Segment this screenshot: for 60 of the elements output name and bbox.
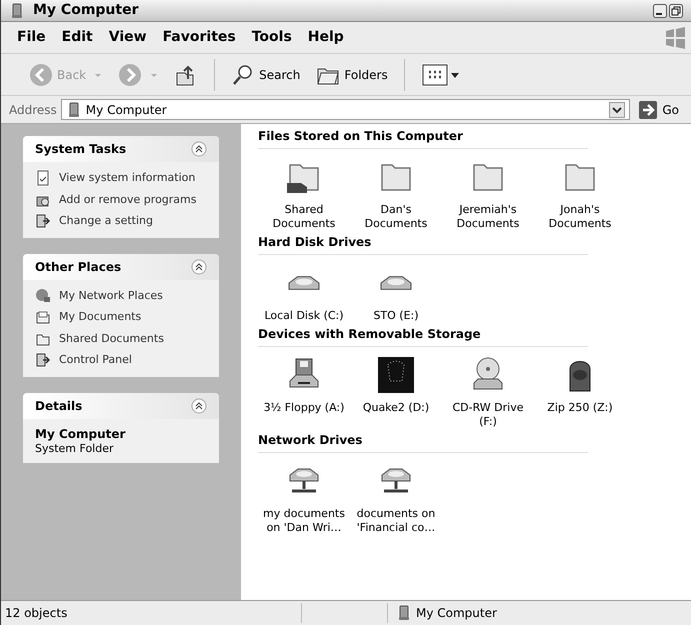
minimize-icon[interactable] [653, 4, 667, 18]
dropdown-icon[interactable] [609, 102, 626, 118]
drive-icon [376, 355, 416, 395]
computer-icon [9, 2, 25, 18]
menu-item[interactable]: Help [308, 27, 344, 48]
task-link[interactable]: My Documents [59, 309, 142, 326]
detail-name: My Computer [35, 426, 126, 442]
hard-drive-icon [288, 276, 320, 290]
menu-item[interactable]: File [17, 27, 46, 48]
collapse-icon[interactable] [191, 141, 207, 157]
network-globe-icon [35, 288, 51, 304]
drive-label[interactable]: Jeremiah's Documents [444, 203, 532, 231]
task-link[interactable]: View system information [59, 170, 196, 186]
address-field[interactable]: My Computer [60, 99, 630, 120]
window-title: My Computer [33, 1, 140, 20]
drive-label[interactable]: my documents on 'Dan Wri… [260, 507, 348, 535]
drive-label[interactable]: documents on 'Financial co… [352, 507, 440, 535]
status-location: My Computer [416, 605, 497, 622]
task-link[interactable]: Add or remove programs [59, 192, 196, 208]
drive-label[interactable]: 3½ Floppy (A:) [260, 401, 348, 415]
group-heading: Network Drives [258, 431, 588, 453]
drive-label[interactable]: Jonah's Documents [536, 203, 624, 231]
task-link[interactable]: My Network Places [59, 288, 163, 304]
views-icon [420, 62, 461, 86]
folders-button[interactable]: Folders [312, 62, 392, 86]
drive-label[interactable]: Zip 250 (Z:) [536, 401, 624, 415]
task-link[interactable]: Shared Documents [59, 330, 164, 347]
drive-label[interactable]: CD-RW Drive (F:) [444, 401, 532, 429]
windows-logo-icon [663, 26, 687, 50]
restore-icon[interactable] [669, 4, 683, 18]
search-button[interactable]: Search [227, 62, 304, 86]
panel-arrow-icon [35, 352, 51, 368]
collapse-icon[interactable] [191, 398, 207, 414]
document-icon [35, 170, 51, 186]
menu-item[interactable]: Tools [252, 27, 292, 48]
menu-item[interactable]: Edit [62, 27, 93, 48]
panel-title: System Tasks [35, 141, 126, 158]
drive-label[interactable]: Local Disk (C:) [260, 309, 348, 323]
panel-arrow-icon [35, 213, 51, 230]
group-heading: Files Stored on This Computer [258, 127, 588, 149]
task-link[interactable]: Change a setting [59, 213, 153, 230]
drive-label[interactable]: Dan's Documents [352, 203, 440, 231]
address-label: Address [9, 102, 57, 118]
panel-title: Details [35, 398, 82, 414]
drive-label[interactable]: STO (E:) [352, 309, 440, 323]
menu-item[interactable]: Favorites [162, 27, 236, 48]
menu-item[interactable]: View [108, 27, 147, 48]
drive-label[interactable]: Shared Documents [260, 203, 348, 231]
drive-label[interactable]: Quake2 (D:) [352, 401, 440, 415]
computer-icon [396, 605, 412, 621]
group-heading: Hard Disk Drives [258, 233, 588, 255]
panel-title: Other Places [35, 258, 122, 276]
folder-icon [35, 309, 51, 326]
object-count: 12 objects [4, 605, 68, 622]
go-button[interactable]: Go [634, 100, 683, 120]
hard-drive-icon [380, 276, 412, 290]
detail-type: System Folder [35, 442, 115, 456]
group-heading: Devices with Removable Storage [258, 325, 588, 347]
collapse-icon[interactable] [191, 258, 207, 274]
task-link[interactable]: Control Panel [59, 352, 132, 368]
